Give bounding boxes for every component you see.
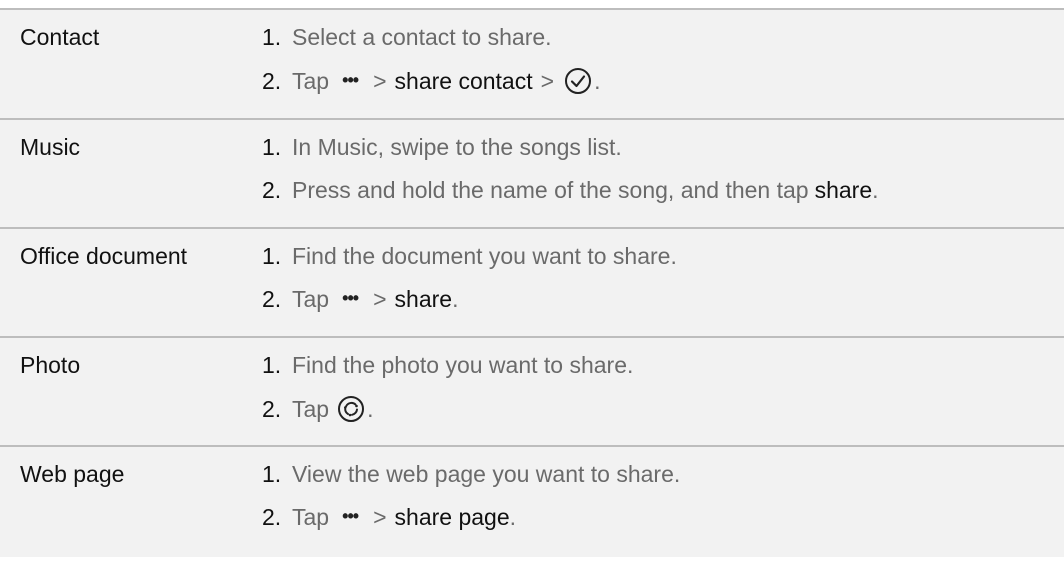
command-keyword: share <box>814 177 873 203</box>
table-row: Contact 1. Select a contact to share. 2.… <box>0 8 1064 118</box>
step-2: 2. Tap . <box>262 395 373 423</box>
check-circle-icon <box>565 68 592 94</box>
content-type-label: Web page <box>20 461 125 487</box>
more-dots-icon: ••• <box>342 506 359 526</box>
separator: > <box>540 67 555 94</box>
content-type-label: Photo <box>20 352 81 378</box>
table-row: Office document 1. Find the document you… <box>0 227 1064 336</box>
table-row: Photo 1. Find the photo you want to shar… <box>0 336 1064 445</box>
step-text: Tap <box>292 67 330 94</box>
step-2: 2. Press and hold the name of the song, … <box>262 177 879 204</box>
separator: > <box>373 67 387 94</box>
step-2: 2. Tap ••• > share . <box>262 286 458 313</box>
step-1: 1. Select a contact to share. <box>262 24 552 51</box>
period: . <box>594 67 601 94</box>
period: . <box>452 286 459 312</box>
command-keyword: share page <box>394 504 510 530</box>
step-1: 1. Find the photo you want to share. <box>262 352 633 379</box>
more-dots-icon: ••• <box>342 69 359 90</box>
step-number: 1. <box>262 24 282 50</box>
step-2: 2. Tap ••• > share page . <box>262 504 516 531</box>
step-number: 1. <box>262 352 282 378</box>
step-number: 1. <box>262 461 282 487</box>
step-1: 1. In Music, swipe to the songs list. <box>262 134 622 161</box>
step-number: 2. <box>262 395 282 422</box>
separator: > <box>373 286 387 312</box>
step-number: 1. <box>262 243 282 269</box>
period: . <box>872 177 879 203</box>
step-text: In Music, swipe to the songs list. <box>292 134 622 160</box>
more-dots-icon: ••• <box>342 288 359 308</box>
table-row: Music 1. In Music, swipe to the songs li… <box>0 118 1064 227</box>
step-text: Select a contact to share. <box>292 24 552 50</box>
step-text: View the web page you want to share. <box>292 461 681 487</box>
step-text: Find the document you want to share. <box>292 243 677 269</box>
step-number: 2. <box>262 286 282 312</box>
step-text: Press and hold the name of the song, and… <box>292 177 809 203</box>
step-text: Tap <box>292 395 330 422</box>
step-1: 1. View the web page you want to share. <box>262 461 680 488</box>
step-text: Find the photo you want to share. <box>292 352 634 378</box>
content-type-label: Office document <box>20 243 188 269</box>
period: . <box>509 504 517 530</box>
step-number: 1. <box>262 134 282 160</box>
table-row: Web page 1. View the web page you want t… <box>0 445 1064 557</box>
separator: > <box>373 504 387 530</box>
step-number: 2. <box>262 67 282 94</box>
command-keyword: share contact <box>394 67 533 94</box>
content-type-label: Contact <box>20 24 100 50</box>
step-1: 1. Find the document you want to share. <box>262 243 677 270</box>
step-number: 2. <box>262 177 282 203</box>
step-2: 2. Tap ••• > share contact > . <box>262 67 600 95</box>
step-text: Tap <box>292 286 330 312</box>
period: . <box>367 395 374 422</box>
content-type-label: Music <box>20 134 81 160</box>
step-text: Tap <box>292 504 330 530</box>
command-keyword: share <box>394 286 453 312</box>
step-number: 2. <box>262 504 282 530</box>
share-circle-icon <box>338 396 365 422</box>
